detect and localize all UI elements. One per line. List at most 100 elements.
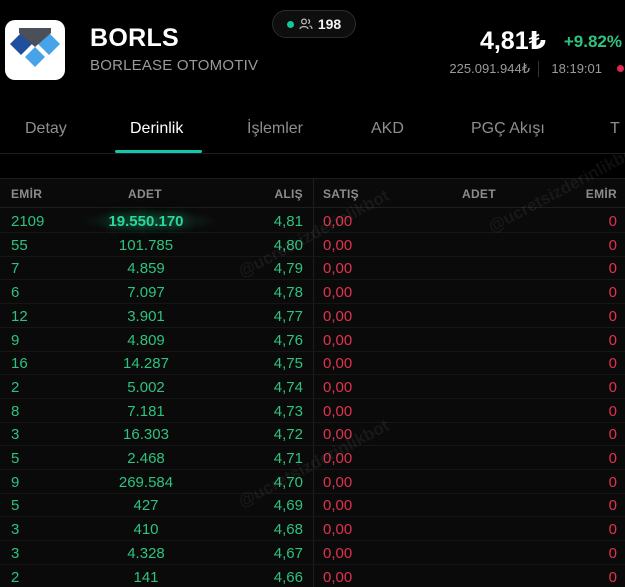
bid-qty-cell: 3.901 bbox=[127, 307, 165, 325]
ask-orders-cell: 0 bbox=[608, 544, 617, 562]
ticker-symbol: BORLS bbox=[90, 24, 179, 52]
bid-orders-cell: 3 bbox=[11, 544, 20, 562]
ask-orders-cell: 0 bbox=[608, 307, 617, 325]
company-logo bbox=[5, 20, 65, 80]
tab-akd[interactable]: AKD bbox=[371, 120, 404, 138]
company-name: BORLEASE OTOMOTIV bbox=[90, 57, 259, 74]
ask-price-cell: 0,00 bbox=[323, 307, 353, 325]
bid-price-cell: 4,76 bbox=[273, 331, 303, 349]
bid-orders-cell: 16 bbox=[11, 355, 28, 373]
bid-qty-cell: 101.785 bbox=[118, 236, 174, 254]
bid-qty-cell: 427 bbox=[133, 497, 159, 515]
order-book-row[interactable]: 9 269.584 4,70 0,00 0 bbox=[0, 470, 625, 494]
ask-orders-cell: 0 bbox=[608, 497, 617, 515]
bid-qty-cell: 7.097 bbox=[127, 284, 165, 302]
order-book-row[interactable]: 7 4.859 4,79 0,00 0 bbox=[0, 256, 625, 281]
bid-orders-cell: 5 bbox=[11, 450, 20, 467]
ask-orders-cell: 0 bbox=[608, 402, 617, 420]
header-separator bbox=[538, 61, 539, 77]
ask-price-cell: 0,00 bbox=[323, 450, 353, 467]
header-bid-qty: ADET bbox=[128, 187, 162, 201]
ask-orders-cell: 0 bbox=[608, 521, 617, 539]
order-book-row[interactable]: 16 14.287 4,75 0,00 0 bbox=[0, 351, 625, 376]
bid-qty-cell: 2.468 bbox=[127, 450, 165, 467]
header-ask-price: SATIŞ bbox=[323, 187, 359, 201]
bid-orders-cell: 3 bbox=[11, 521, 20, 539]
bid-qty-cell: 16.303 bbox=[123, 426, 169, 444]
header-ask-orders: EMİR bbox=[585, 187, 617, 201]
bid-price-cell: 4,72 bbox=[273, 426, 303, 444]
ask-orders-cell: 0 bbox=[608, 355, 617, 373]
order-book-row[interactable]: 3 410 4,68 0,00 0 bbox=[0, 517, 625, 542]
online-dot-icon bbox=[286, 20, 294, 28]
bid-price-cell: 4,71 bbox=[273, 450, 303, 467]
bid-qty-cell: 269.584 bbox=[118, 473, 174, 491]
bid-qty-cell: 4.859 bbox=[127, 260, 165, 278]
bid-price-cell: 4,67 bbox=[273, 544, 303, 562]
order-book-row[interactable]: 2109 19.550.170 4,81 0,00 0 bbox=[0, 209, 625, 233]
ask-orders-cell: 0 bbox=[608, 450, 617, 467]
bid-orders-cell: 2 bbox=[11, 568, 20, 586]
ask-price-cell: 0,00 bbox=[323, 378, 353, 396]
header-bid-price: ALIŞ bbox=[274, 187, 303, 201]
bid-price-cell: 4,74 bbox=[273, 378, 303, 396]
ask-price-cell: 0,00 bbox=[323, 497, 353, 515]
users-icon bbox=[299, 18, 313, 30]
bid-price-cell: 4,70 bbox=[273, 473, 303, 491]
order-book-row[interactable]: 3 16.303 4,72 0,00 0 bbox=[0, 422, 625, 447]
bid-price-cell: 4,80 bbox=[273, 236, 303, 254]
header-ask-qty: ADET bbox=[462, 187, 496, 201]
ask-price-cell: 0,00 bbox=[323, 568, 353, 586]
bid-orders-cell: 12 bbox=[11, 307, 28, 325]
tab-t[interactable]: T bbox=[610, 120, 620, 138]
order-book-row[interactable]: 5 427 4,69 0,00 0 bbox=[0, 493, 625, 518]
bid-qty-cell: 4.809 bbox=[127, 331, 165, 349]
ask-price-cell: 0,00 bbox=[323, 355, 353, 373]
order-book-row[interactable]: 2 5.002 4,74 0,00 0 bbox=[0, 375, 625, 399]
bid-qty-cell: 4.328 bbox=[127, 544, 165, 562]
tab-derinlik[interactable]: Derinlik bbox=[130, 120, 183, 138]
bid-qty-cell: 410 bbox=[133, 521, 159, 539]
bid-orders-cell: 7 bbox=[11, 260, 20, 278]
ask-orders-cell: 0 bbox=[608, 378, 617, 396]
order-book-row[interactable]: 55 101.785 4,80 0,00 0 bbox=[0, 233, 625, 257]
tab-pgc-akisi[interactable]: PGÇ Akışı bbox=[471, 120, 545, 138]
order-book-row[interactable]: 2 141 4,66 0,00 0 bbox=[0, 565, 625, 587]
tab-islemler[interactable]: İşlemler bbox=[247, 120, 303, 138]
bid-orders-cell: 2109 bbox=[11, 213, 45, 230]
bid-qty-cell: 14.287 bbox=[123, 355, 169, 373]
ask-orders-cell: 0 bbox=[608, 260, 617, 278]
order-book-row[interactable]: 12 3.901 4,77 0,00 0 bbox=[0, 304, 625, 328]
stock-header: BORLS BORLEASE OTOMOTIV 198 4,81₺ +9.82%… bbox=[0, 0, 625, 100]
ask-price-cell: 0,00 bbox=[323, 426, 353, 444]
tab-detay[interactable]: Detay bbox=[25, 120, 67, 138]
ask-orders-cell: 0 bbox=[608, 473, 617, 491]
order-book-row[interactable]: 9 4.809 4,76 0,00 0 bbox=[0, 328, 625, 352]
last-price: 4,81₺ bbox=[479, 27, 546, 55]
bid-orders-cell: 9 bbox=[11, 473, 20, 491]
bid-orders-cell: 5 bbox=[11, 497, 20, 515]
bid-price-cell: 4,77 bbox=[273, 307, 303, 325]
trade-volume: 225.091.944₺ bbox=[449, 61, 530, 76]
order-book-row[interactable]: 5 2.468 4,71 0,00 0 bbox=[0, 446, 625, 470]
bid-qty-cell: 5.002 bbox=[127, 378, 165, 396]
ask-price-cell: 0,00 bbox=[323, 213, 353, 230]
order-book-row[interactable]: 6 7.097 4,78 0,00 0 bbox=[0, 280, 625, 305]
bid-price-cell: 4,69 bbox=[273, 497, 303, 515]
bid-orders-cell: 2 bbox=[11, 378, 20, 396]
ask-price-cell: 0,00 bbox=[323, 284, 353, 302]
ask-price-cell: 0,00 bbox=[323, 521, 353, 539]
ask-price-cell: 0,00 bbox=[323, 331, 353, 349]
order-book-row[interactable]: 3 4.328 4,67 0,00 0 bbox=[0, 541, 625, 565]
bid-orders-cell: 9 bbox=[11, 331, 20, 349]
viewers-badge[interactable]: 198 bbox=[272, 10, 356, 38]
ask-price-cell: 0,00 bbox=[323, 473, 353, 491]
viewer-count: 198 bbox=[317, 16, 342, 32]
bid-price-cell: 4,66 bbox=[273, 568, 303, 586]
ask-orders-cell: 0 bbox=[608, 284, 617, 302]
bid-orders-cell: 3 bbox=[11, 426, 20, 444]
order-book-row[interactable]: 8 7.181 4,73 0,00 0 bbox=[0, 399, 625, 423]
ask-orders-cell: 0 bbox=[608, 213, 617, 230]
ask-orders-cell: 0 bbox=[608, 331, 617, 349]
bid-price-cell: 4,81 bbox=[273, 213, 303, 230]
